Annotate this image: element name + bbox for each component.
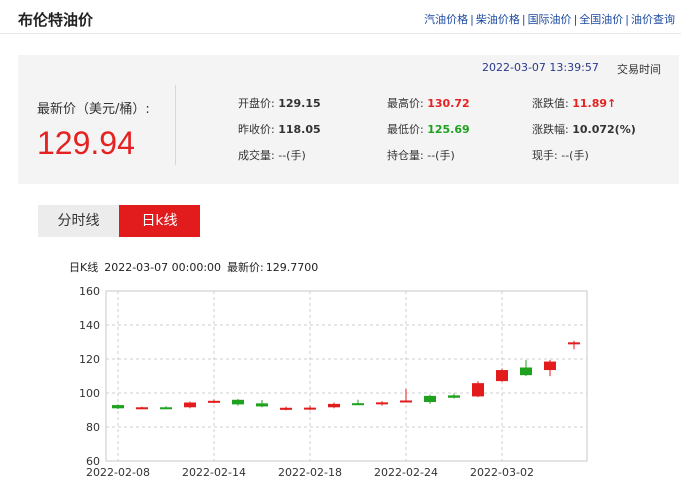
candle — [304, 405, 316, 411]
x-tick-label: 2022-02-18 — [278, 466, 342, 479]
candle-body — [400, 400, 412, 403]
candle — [184, 401, 196, 409]
y-tick-label: 80 — [86, 421, 100, 434]
candle-body — [112, 405, 124, 409]
candle — [208, 399, 220, 404]
candle-body — [256, 403, 268, 407]
plot-border — [105, 290, 588, 462]
candle — [160, 406, 172, 410]
candle — [544, 359, 556, 377]
candle — [136, 406, 148, 410]
y-tick-label: 160 — [79, 285, 100, 298]
y-tick-label: 100 — [79, 387, 100, 400]
candle-body — [160, 407, 172, 410]
candle — [520, 359, 532, 377]
candle-body — [424, 395, 436, 403]
candle-body — [520, 367, 532, 376]
y-tick-label: 140 — [79, 319, 100, 332]
candle-body — [352, 403, 364, 406]
candle-body — [184, 402, 196, 408]
x-tick-label: 2022-03-02 — [470, 466, 534, 479]
y-tick-label: 120 — [79, 353, 100, 366]
candle-body — [448, 395, 460, 398]
candle-body — [328, 403, 340, 408]
candle-body — [496, 370, 508, 382]
candle — [328, 402, 340, 409]
candle — [280, 406, 292, 411]
candle-body — [472, 383, 484, 397]
candle-body — [304, 407, 316, 410]
candle — [232, 398, 244, 406]
candle — [352, 399, 364, 406]
x-tick-label: 2022-02-08 — [86, 466, 150, 479]
candle-body — [568, 342, 580, 345]
candle — [568, 340, 580, 350]
candle — [112, 404, 124, 409]
candle — [376, 401, 388, 406]
candle-body — [208, 400, 220, 403]
candle-body — [376, 402, 388, 405]
x-tick-label: 2022-02-24 — [374, 466, 438, 479]
candle-body — [136, 407, 148, 410]
candle — [496, 368, 508, 382]
candle — [256, 399, 268, 408]
candle — [448, 393, 460, 399]
candle — [472, 381, 484, 398]
x-tick-label: 2022-02-14 — [182, 466, 246, 479]
candle-body — [280, 407, 292, 410]
candle — [400, 388, 412, 403]
candle — [424, 394, 436, 404]
kline-chart: 60801001201401602022-02-08 2022-02-14 2022… — [79, 285, 588, 479]
candle-body — [232, 399, 244, 405]
candle-body — [544, 361, 556, 371]
